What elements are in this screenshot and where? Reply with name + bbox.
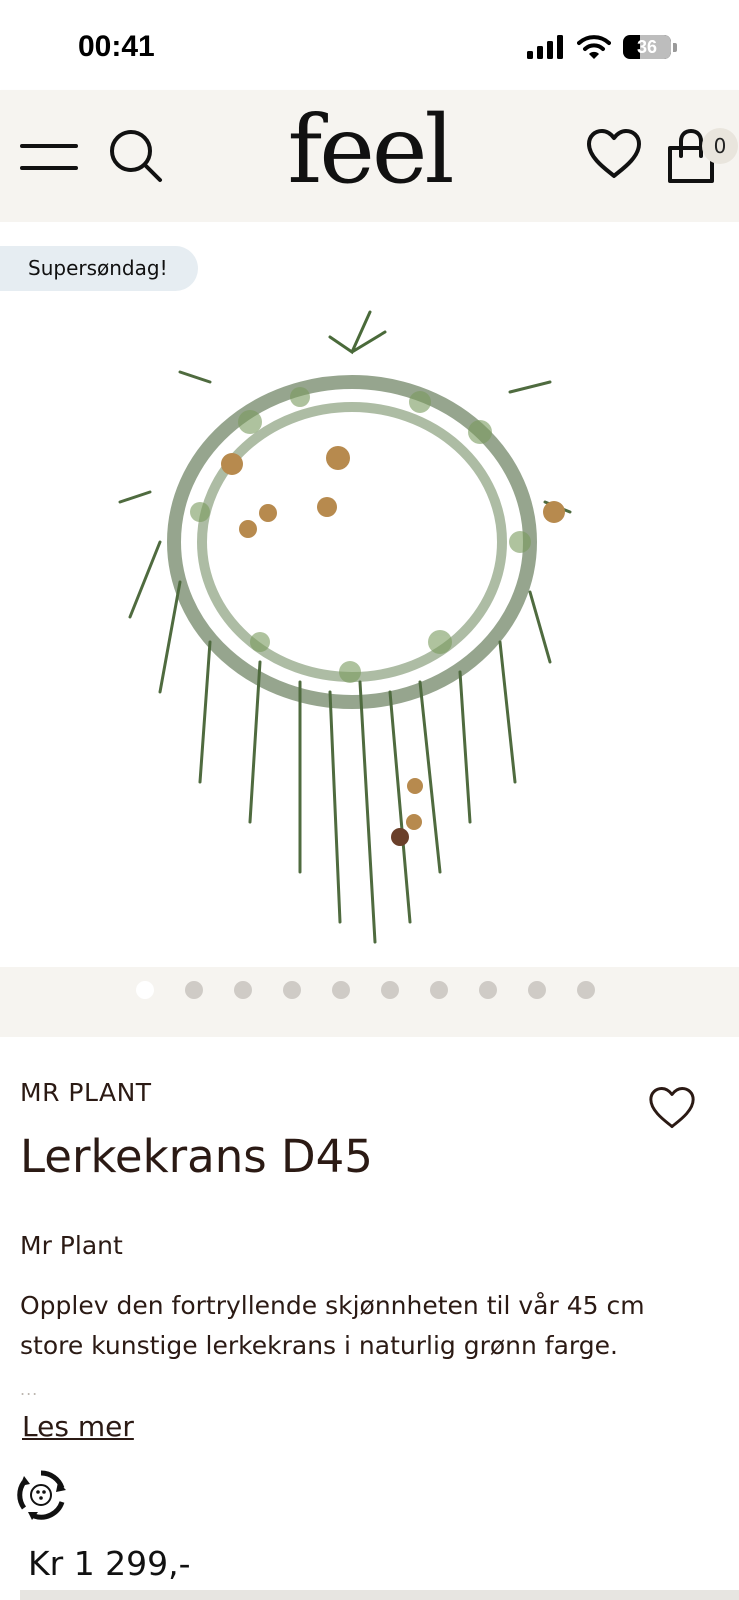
carousel-dot[interactable] bbox=[577, 981, 595, 999]
product-brand[interactable]: MR PLANT bbox=[20, 1078, 152, 1107]
carousel-dot[interactable] bbox=[332, 981, 350, 999]
product-description: Opplev den fortryllende skjønnheten til … bbox=[20, 1291, 645, 1360]
read-more-link[interactable]: Les mer bbox=[22, 1410, 134, 1443]
favorite-heart-icon[interactable] bbox=[648, 1086, 696, 1130]
status-time: 00:41 bbox=[78, 30, 155, 63]
carousel-dot[interactable] bbox=[283, 981, 301, 999]
promo-badge: Supersøndag! bbox=[0, 246, 198, 291]
carousel-dot[interactable] bbox=[430, 981, 448, 999]
cart-count-badge[interactable]: 0 bbox=[702, 128, 738, 164]
carousel-dot[interactable] bbox=[185, 981, 203, 999]
description-ellipsis: ... bbox=[20, 1380, 39, 1399]
product-price: Kr 1 299,- bbox=[28, 1544, 191, 1583]
bottom-bar-edge bbox=[20, 1590, 739, 1600]
battery-tip bbox=[673, 42, 677, 52]
heart-icon[interactable] bbox=[586, 128, 642, 180]
carousel-dots[interactable] bbox=[136, 981, 595, 999]
carousel-dot[interactable] bbox=[234, 981, 252, 999]
carousel-dot[interactable] bbox=[528, 981, 546, 999]
carousel-dot[interactable] bbox=[479, 981, 497, 999]
product-vendor: Mr Plant bbox=[20, 1231, 123, 1260]
wreath-image bbox=[118, 310, 572, 944]
product-gallery[interactable] bbox=[0, 222, 739, 967]
carousel-dots-band bbox=[0, 967, 739, 1037]
menu-icon[interactable] bbox=[20, 142, 78, 172]
signal-icon bbox=[527, 35, 563, 59]
recycle-icon[interactable] bbox=[14, 1468, 68, 1522]
battery-icon: 36 bbox=[623, 35, 671, 59]
search-icon[interactable] bbox=[108, 128, 164, 184]
battery-level: 36 bbox=[636, 36, 658, 57]
status-icons: 36 bbox=[527, 34, 677, 60]
product-title: Lerkekrans D45 bbox=[20, 1130, 373, 1183]
carousel-dot[interactable] bbox=[381, 981, 399, 999]
wifi-icon bbox=[577, 35, 611, 59]
status-bar: 00:41 36 bbox=[0, 0, 739, 90]
carousel-dot[interactable] bbox=[136, 981, 154, 999]
